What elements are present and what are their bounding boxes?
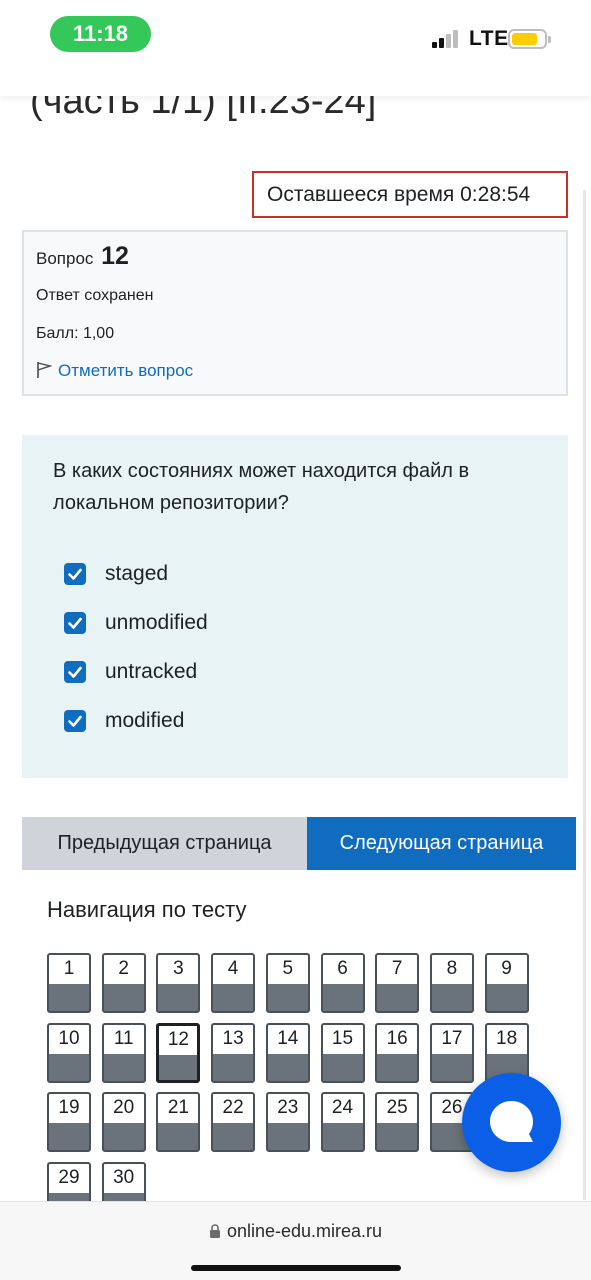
url-text[interactable]: online-edu.mirea.ru [227,1221,382,1241]
quiz-nav-button[interactable]: 5 [265,953,310,1013]
quiz-nav-number: 12 [159,1025,198,1055]
quiz-navigation-title: Навигация по тесту [47,897,247,922]
checkmark-icon [68,715,82,727]
flag-question-link[interactable]: Отметить вопрос [36,361,193,381]
quiz-nav-button[interactable]: 6 [320,953,365,1013]
quiz-nav-button[interactable]: 20 [101,1092,146,1152]
quiz-nav-number: 1 [49,955,89,984]
time-remaining: Оставшееся время 0:28:54 [252,171,568,218]
question-number-value: 12 [101,242,129,270]
browser-address-bar[interactable]: online-edu.mirea.ru [0,1201,591,1280]
checkmark-icon [68,617,82,629]
battery-icon [508,29,551,49]
quiz-nav-number: 9 [486,955,527,984]
quiz-nav-number: 8 [431,955,472,984]
quiz-nav-number: 29 [49,1163,89,1193]
home-indicator[interactable] [191,1265,401,1271]
quiz-nav-button[interactable]: 25 [375,1092,420,1152]
quiz-nav-number: 5 [267,955,308,984]
answer-label[interactable]: unmodified [105,608,208,638]
quiz-nav-button[interactable]: 22 [211,1092,256,1152]
quiz-nav-number: 7 [377,955,418,984]
quiz-nav-button[interactable]: 14 [265,1022,310,1083]
question-state: Ответ сохранен [36,287,154,304]
quiz-nav-button[interactable]: 19 [47,1092,91,1152]
quiz-nav-button[interactable]: 23 [265,1092,310,1152]
quiz-nav-number: 13 [213,1024,254,1054]
quiz-nav-number: 25 [377,1094,418,1123]
answer-checkbox[interactable] [64,612,86,634]
checkmark-icon [68,666,82,678]
answer-checkbox[interactable] [64,563,86,585]
quiz-nav-button[interactable]: 12 [156,1022,201,1083]
quiz-nav-number: 18 [486,1024,527,1054]
answer-label[interactable]: untracked [105,657,197,687]
quiz-nav-button[interactable]: 11 [101,1022,146,1083]
next-page-button[interactable]: Следующая страница [307,817,576,870]
question-label: Вопрос [36,249,94,268]
question-number: Вопрос 12 [36,242,129,271]
question-content: В каких состояниях может находится файл … [22,435,568,778]
quiz-nav-number: 23 [267,1094,308,1123]
quiz-nav-button[interactable]: 21 [156,1092,201,1152]
network-type: LTE [469,27,509,50]
quiz-nav-number: 15 [322,1024,363,1054]
quiz-nav-number: 10 [49,1024,89,1054]
quiz-nav-number: 19 [49,1094,89,1123]
status-time: 11:18 [50,16,151,52]
chat-bubble-icon [490,1101,533,1142]
question-grade: Балл: 1,00 [36,325,115,342]
quiz-navigation-grid: 1 2 3 4 5 6 7 8 9 10 11 12 13 14 15 16 17 18 19 20 21 22 23 24 2… [47,953,537,1222]
quiz-nav-button[interactable]: 1 [47,953,91,1013]
signal-bar [446,34,451,48]
quiz-nav-number: 14 [267,1024,308,1054]
chat-button[interactable] [462,1073,561,1172]
quiz-nav-button[interactable]: 3 [156,953,201,1013]
quiz-nav-button[interactable]: 17 [429,1022,474,1083]
quiz-nav-number: 11 [103,1024,144,1054]
signal-bar [439,38,444,48]
quiz-nav-button[interactable]: 2 [101,953,146,1013]
quiz-nav-number: 20 [103,1094,144,1123]
quiz-nav-number: 4 [213,955,254,984]
quiz-nav-number: 22 [213,1094,254,1123]
quiz-nav-number: 6 [322,955,363,984]
quiz-nav-button[interactable]: 9 [484,953,529,1013]
quiz-nav-button[interactable]: 4 [211,953,256,1013]
flag-question-label[interactable]: Отметить вопрос [58,361,193,380]
quiz-nav-button[interactable]: 16 [375,1022,420,1083]
answer-checkbox[interactable] [64,710,86,732]
battery-level-fill [512,33,537,45]
signal-bar [432,42,437,48]
url-display[interactable]: online-edu.mirea.ru [0,1221,591,1242]
quiz-nav-number: 24 [322,1094,363,1123]
checkmark-icon [68,568,82,580]
quiz-nav-number: 2 [103,955,144,984]
quiz-nav-button[interactable]: 10 [47,1022,91,1083]
answer-label[interactable]: modified [105,706,184,736]
quiz-nav-button[interactable]: 15 [320,1022,365,1083]
battery-terminal [548,36,551,43]
quiz-nav-number: 30 [103,1163,144,1193]
flag-icon [37,362,53,378]
page-scrollbar[interactable] [583,190,586,1200]
answer-checkbox[interactable] [64,661,86,683]
answer-label[interactable]: staged [105,559,168,589]
lock-icon [209,1224,220,1238]
quiz-nav-number: 21 [158,1094,199,1123]
quiz-nav-button[interactable]: 8 [429,953,474,1013]
quiz-nav-button[interactable]: 24 [320,1092,365,1152]
status-bar: 11:18 LTE [0,0,591,96]
quiz-nav-button[interactable]: 13 [211,1022,256,1083]
quiz-nav-number: 16 [377,1024,418,1054]
cellular-signal-icon [432,28,462,48]
signal-bar [453,30,458,48]
quiz-nav-button[interactable]: 7 [375,953,420,1013]
question-info-panel: Вопрос 12 Ответ сохранен Балл: 1,00 Отме… [22,230,568,396]
quiz-nav-number: 3 [158,955,199,984]
question-text: В каких состояниях может находится файл … [53,460,470,514]
quiz-nav-number: 17 [431,1024,472,1054]
previous-page-button[interactable]: Предыдущая страница [22,817,307,870]
